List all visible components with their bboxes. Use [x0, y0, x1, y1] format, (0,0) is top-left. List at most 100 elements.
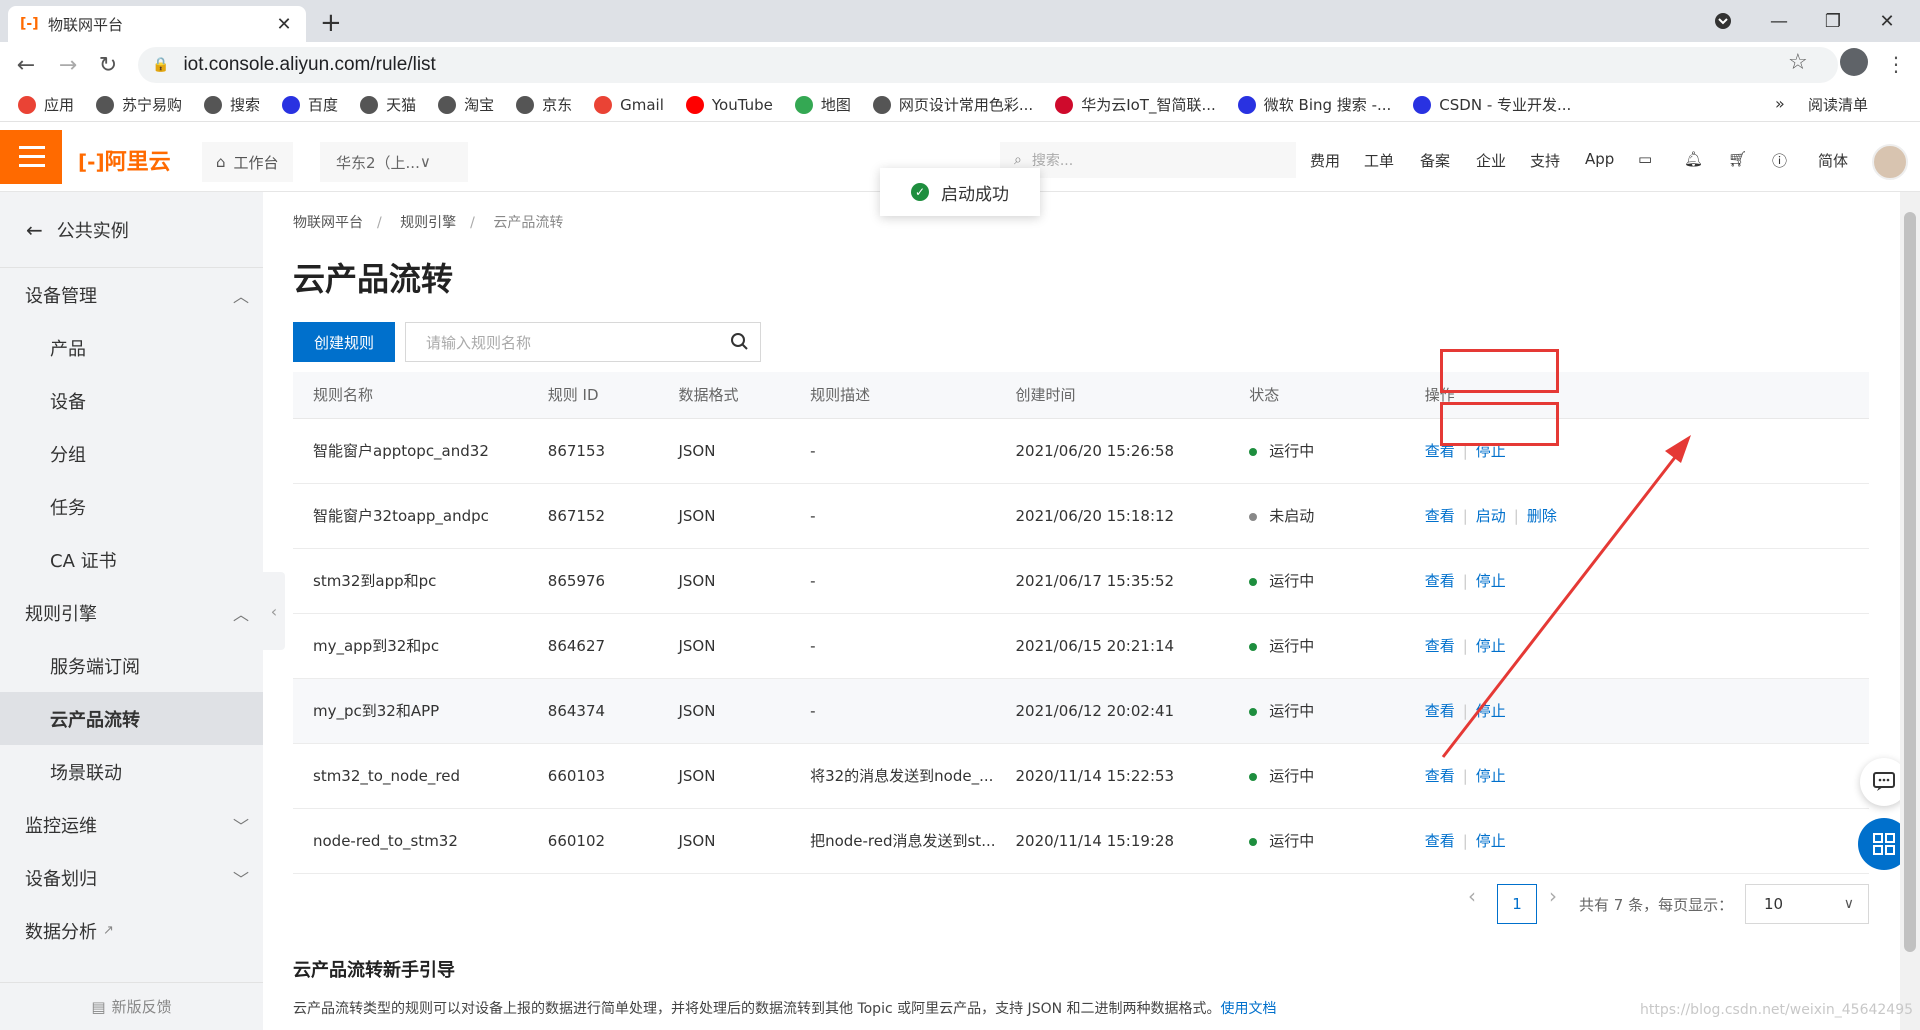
bookmark-item[interactable]: 苏宁易购 — [96, 94, 182, 115]
bookmark-star-icon[interactable]: ☆ — [1788, 50, 1808, 75]
minimize-icon[interactable]: — — [1756, 0, 1802, 42]
bookmark-item[interactable]: 淘宝 — [438, 94, 494, 115]
guide-text: 云产品流转类型的规则可以对设备上报的数据进行简单处理，并将处理后的数据流转到其他… — [293, 1001, 1277, 1017]
profile-icon[interactable] — [1840, 48, 1868, 76]
avatar[interactable] — [1872, 144, 1908, 180]
feedback-button[interactable]: ▤ 新版反馈 — [0, 982, 263, 1030]
cell-name: my_pc到32和APP — [293, 678, 528, 744]
page-scrollbar[interactable] — [1900, 192, 1920, 1030]
aliyun-logo[interactable]: [-]阿里云 — [78, 144, 171, 176]
bookmark-item[interactable]: 天猫 — [360, 94, 416, 115]
nav-link-enterprise[interactable]: 企业 — [1476, 150, 1506, 171]
reading-list[interactable]: 阅读清单 — [1808, 94, 1868, 115]
sidebar-item[interactable]: 任务 — [0, 480, 263, 533]
bookmark-item[interactable]: 网页设计常用色彩... — [872, 94, 1033, 115]
cell-name: node-red_to_stm32 — [293, 808, 528, 874]
console-search-input[interactable]: ⌕ 搜索... — [1000, 142, 1296, 178]
cart-icon[interactable]: 🛒︎ — [1728, 150, 1747, 168]
bookmark-item[interactable]: 华为云IoT_智简联... — [1055, 94, 1216, 115]
nav-link-tickets[interactable]: 工单 — [1364, 150, 1394, 171]
cell-status: 运行中 — [1229, 548, 1405, 614]
status-dot-icon — [1249, 837, 1258, 846]
sidebar-group[interactable]: 监控运维 ﹀ — [0, 798, 263, 851]
page-number-current[interactable]: 1 — [1497, 884, 1537, 924]
reload-icon[interactable]: ↻ — [92, 50, 124, 82]
nav-link-icp[interactable]: 备案 — [1420, 150, 1450, 171]
breadcrumb-iot[interactable]: 物联网平台 — [293, 215, 363, 231]
bookmark-item[interactable]: 微软 Bing 搜索 -... — [1237, 94, 1391, 115]
forward-icon[interactable]: → — [52, 50, 84, 82]
sidebar-item-data-analysis[interactable]: 数据分析 ↗ — [0, 904, 263, 957]
browser-menu-icon[interactable]: ⋮ — [1886, 52, 1906, 76]
bookmark-item[interactable]: 百度 — [282, 94, 338, 115]
scrollbar-thumb[interactable] — [1904, 212, 1916, 952]
bookmark-item[interactable]: 搜索 — [204, 94, 260, 115]
bookmark-item[interactable]: Gmail — [594, 95, 664, 114]
watermark: https://blog.csdn.net/weixin_45642495 — [1640, 1002, 1914, 1018]
sidebar-item[interactable]: 云产品流转 — [0, 692, 263, 745]
bookmark-item[interactable]: 地图 — [794, 94, 851, 115]
cell-name: stm32_to_node_red — [293, 743, 528, 809]
sidebar-group[interactable]: 设备划归 ﹀ — [0, 851, 263, 904]
bell-icon[interactable]: 🔔︎ — [1684, 150, 1703, 168]
aliyun-favicon-icon: [-] — [20, 16, 39, 32]
cell-status: 未启动 — [1229, 483, 1405, 549]
table-header: 规则名称 规则 ID 数据格式 规则描述 创建时间 状态 操作 — [293, 372, 1869, 419]
cell-id: 867152 — [527, 483, 659, 549]
tab-search-icon[interactable] — [1700, 0, 1746, 42]
sidebar-item[interactable]: 服务端订阅 — [0, 639, 263, 692]
back-to-instance[interactable]: ← 公共实例 — [0, 192, 263, 268]
workbench-button[interactable]: ⌂ 工作台 — [202, 142, 293, 182]
doc-link[interactable]: 使用文档 — [1221, 1001, 1277, 1017]
rule-search-input[interactable]: 请输入规则名称 — [405, 322, 761, 362]
close-window-icon[interactable]: ✕ — [1864, 0, 1910, 42]
sidebar-group[interactable]: 规则引擎 ︿ — [0, 586, 263, 639]
sidebar-item[interactable]: 产品 — [0, 321, 263, 374]
sidebar-item[interactable]: 场景联动 — [0, 745, 263, 798]
status-dot-icon — [1249, 707, 1258, 716]
prev-page-icon[interactable]: ‹ — [1468, 884, 1476, 908]
cell-status: 运行中 — [1229, 808, 1405, 874]
cell-time: 2020/11/14 15:19:28 — [995, 808, 1230, 874]
column-header: 状态 — [1229, 372, 1405, 419]
help-icon[interactable]: ⓘ — [1772, 150, 1787, 171]
page-size-select[interactable]: 10 ∨ — [1745, 884, 1869, 924]
action-link[interactable]: 查看 — [1425, 832, 1455, 850]
cell-desc: - — [790, 418, 996, 484]
bookmark-label: CSDN - 专业开发... — [1439, 96, 1572, 114]
cell-format: JSON — [658, 743, 791, 809]
sidebar-item[interactable]: CA 证书 — [0, 533, 263, 586]
action-link[interactable]: 停止 — [1476, 767, 1506, 785]
status-badge: 运行中 — [1269, 767, 1315, 785]
create-rule-button[interactable]: 创建规则 — [293, 322, 395, 362]
tab-close-icon[interactable]: ✕ — [274, 14, 294, 35]
bookmarks-more-icon[interactable]: » — [1775, 94, 1785, 113]
maximize-icon[interactable]: ❐ — [1810, 0, 1856, 42]
bookmark-item[interactable]: 京东 — [516, 94, 572, 115]
cell-id: 660102 — [527, 808, 659, 874]
action-link[interactable]: 查看 — [1425, 767, 1455, 785]
nav-link-support[interactable]: 支持 — [1530, 150, 1560, 171]
url-field[interactable]: 🔒 iot.console.aliyun.com/rule/list — [138, 47, 1838, 83]
cell-format: JSON — [658, 483, 791, 549]
next-page-icon[interactable]: › — [1549, 884, 1557, 908]
menu-hamburger-icon[interactable] — [0, 130, 62, 184]
terminal-icon[interactable]: ▭ — [1638, 150, 1652, 168]
back-icon[interactable]: ← — [10, 50, 42, 82]
sidebar-group[interactable]: 设备管理 ︿ — [0, 268, 263, 321]
chevron-down-icon: ﹀ — [232, 869, 249, 889]
nav-link-fees[interactable]: 费用 — [1310, 150, 1340, 171]
region-select[interactable]: 华东2（上... ∨ — [320, 142, 468, 182]
sidebar-item[interactable]: 设备 — [0, 374, 263, 427]
breadcrumb-rule-engine[interactable]: 规则引擎 — [400, 215, 456, 231]
sidebar-item[interactable]: 分组 — [0, 427, 263, 480]
language-switch[interactable]: 简体 — [1818, 150, 1848, 171]
nav-link-app[interactable]: App — [1585, 150, 1614, 168]
bookmark-item[interactable]: 应用 — [18, 94, 74, 115]
browser-tab-bar: [-] 物联网平台 ✕ + — ❐ ✕ — [0, 0, 1920, 42]
bookmark-item[interactable]: YouTube — [685, 95, 773, 114]
browser-tab[interactable]: [-] 物联网平台 ✕ — [8, 6, 306, 42]
bookmark-item[interactable]: CSDN - 专业开发... — [1413, 94, 1571, 115]
new-tab-icon[interactable]: + — [320, 8, 342, 38]
action-link[interactable]: 停止 — [1476, 832, 1506, 850]
